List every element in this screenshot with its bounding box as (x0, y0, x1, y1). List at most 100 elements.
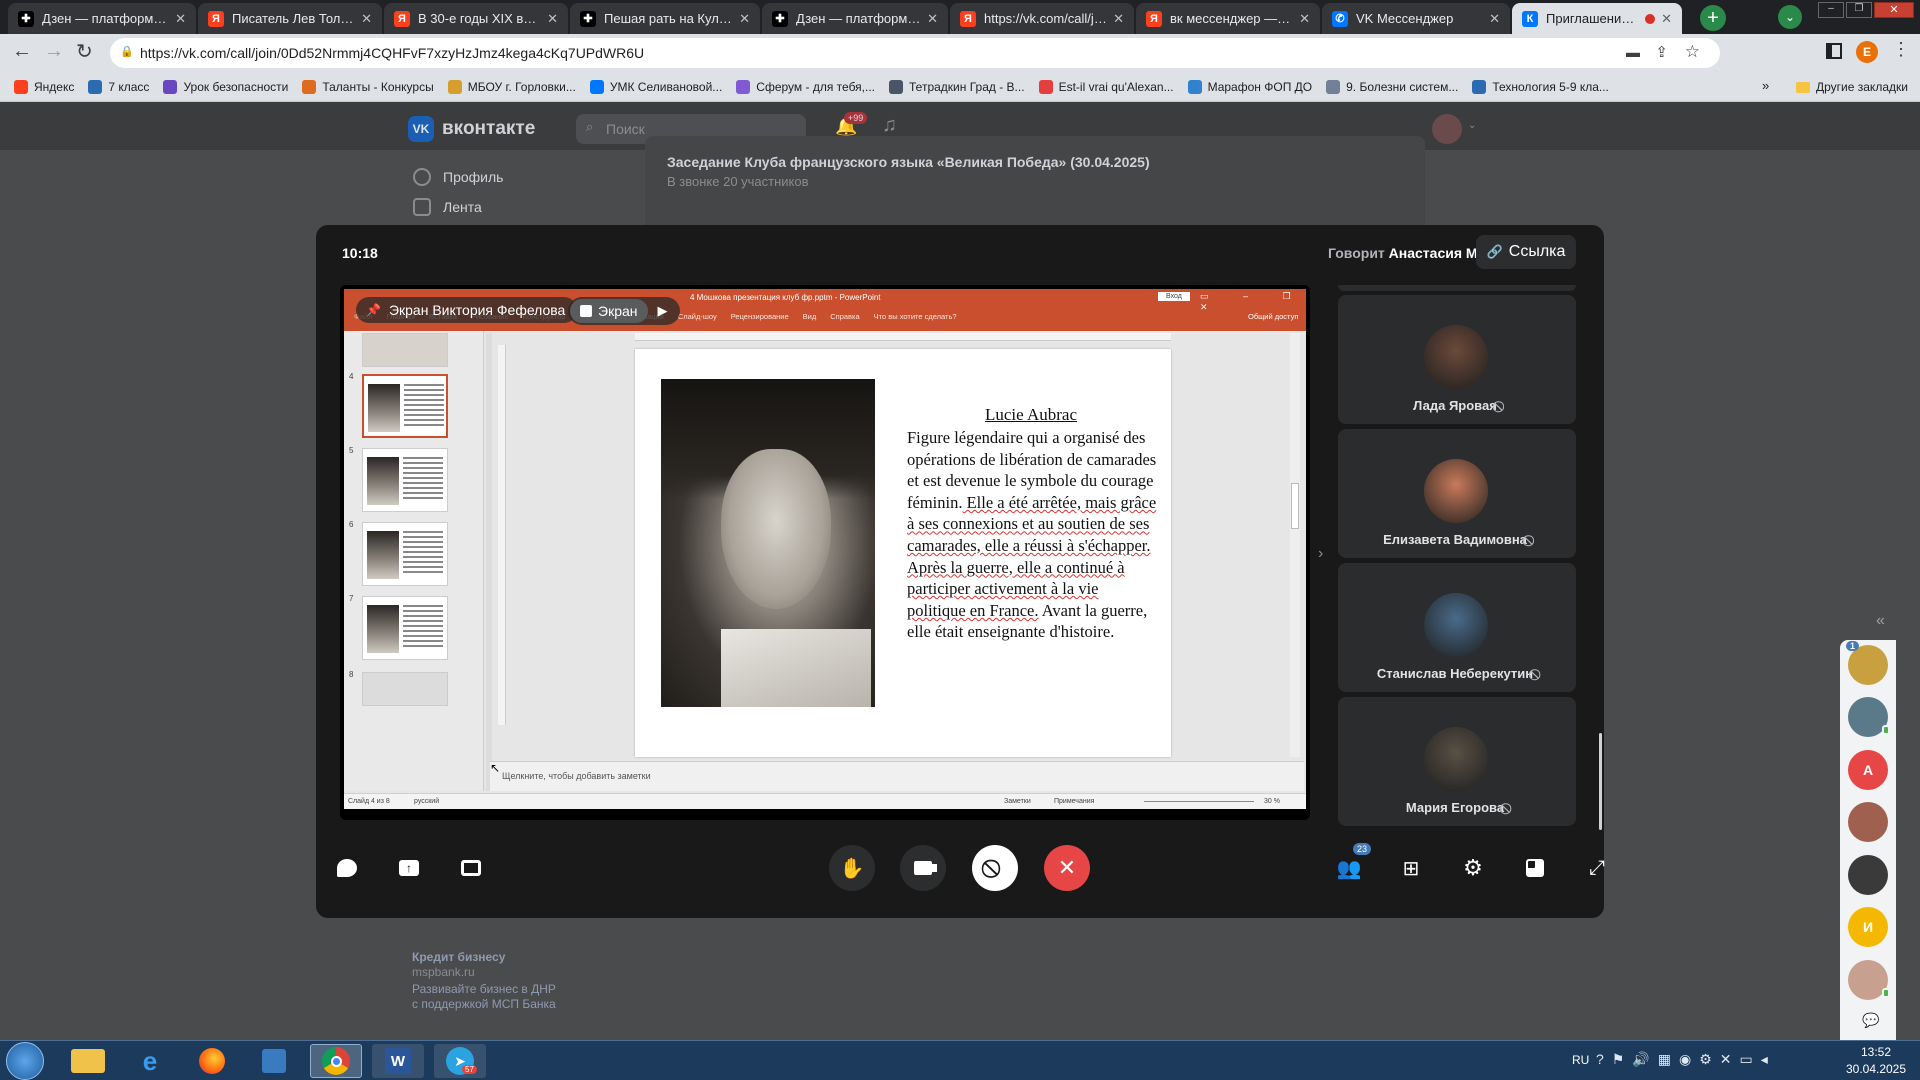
chat-avatar[interactable]: 1 (1846, 641, 1888, 685)
slides-pane-scrollbar[interactable] (486, 333, 492, 791)
slide-photo[interactable] (661, 379, 875, 707)
broadcast-button[interactable] (448, 845, 494, 891)
browser-tab[interactable]: Я Писатель Лев Толстой ✕ (198, 3, 382, 34)
tab-close-icon[interactable]: ✕ (1113, 11, 1124, 27)
tray-icons[interactable]: ?⚑🔊▦◉⚙✕▭◂ (1596, 1051, 1776, 1068)
ie-taskbar-icon[interactable]: e (124, 1044, 176, 1078)
tab-close-icon[interactable]: ✕ (1661, 11, 1672, 27)
camera-tab-icon[interactable]: ▶ (648, 303, 678, 319)
slide-thumbnail[interactable] (362, 522, 448, 586)
maximize-button[interactable]: ❐ (1846, 2, 1872, 18)
fullscreen-button[interactable]: ⤢ (1574, 845, 1620, 891)
firefox-taskbar-icon[interactable] (186, 1044, 238, 1078)
share-screen-button[interactable]: ↑ (386, 845, 432, 891)
chrome-taskbar-icon[interactable] (310, 1044, 362, 1078)
ppt-signin-button[interactable]: Вход (1158, 292, 1190, 301)
notes-pane[interactable]: Щелкните, чтобы добавить заметки (490, 761, 1304, 791)
participants-scrollbar[interactable] (1599, 733, 1602, 830)
slide-thumbnail[interactable] (362, 596, 448, 660)
tab-search-icon[interactable]: ⌄ (1778, 5, 1802, 29)
music-icon[interactable]: ♫ (882, 114, 897, 137)
telegram-taskbar-icon[interactable]: ➤ (434, 1044, 486, 1078)
bookmark-item[interactable]: Урок безопасности (163, 79, 288, 94)
slide-thumbnail[interactable] (362, 672, 448, 706)
ppt-ribbon-tab[interactable]: Справка (830, 312, 859, 321)
tab-close-icon[interactable]: ✕ (1489, 11, 1500, 27)
vk-menu-profile[interactable]: Профиль (413, 168, 503, 186)
slide-thumbnail-partial[interactable] (362, 333, 448, 367)
raise-hand-button[interactable]: ✋ (829, 845, 875, 891)
chevron-down-icon[interactable]: ⌄ (1468, 120, 1476, 131)
slide-thumbnail[interactable] (362, 374, 448, 438)
side-panel-icon[interactable] (1826, 43, 1842, 59)
dock-chat-icon[interactable]: 💬 (1862, 1012, 1879, 1029)
browser-tab[interactable]: Я В 30-е годы XIX века ✕ (384, 3, 568, 34)
participant-tile[interactable]: Станислав Неберекутин⃠ (1338, 563, 1576, 692)
vk-logo[interactable]: VK вконтакте (408, 116, 535, 142)
new-tab-button[interactable]: + (1700, 5, 1726, 31)
chat-avatar[interactable]: А (1848, 750, 1888, 790)
other-bookmarks[interactable]: Другие закладки (1796, 80, 1908, 94)
tab-close-icon[interactable]: ✕ (739, 11, 750, 27)
grid-view-button[interactable]: ⊞ (1388, 845, 1434, 891)
close-window-button[interactable]: ✕ (1874, 2, 1914, 18)
minimize-button[interactable]: ‒ (1818, 2, 1844, 18)
slide-canvas[interactable]: Lucie Aubrac Figure légendaire qui a org… (635, 349, 1171, 757)
ppt-ribbon-tab[interactable]: Вид (803, 312, 817, 321)
tab-close-icon[interactable]: ✕ (547, 11, 558, 27)
end-call-button[interactable]: ✕ (1044, 845, 1090, 891)
ppt-window-controls[interactable]: ▭ ‒ ❐ ✕ (1200, 291, 1310, 313)
participant-tile[interactable]: Мария Егорова⃠ (1338, 697, 1576, 826)
browser-tab[interactable]: ✚ Дзен — платформа для ✕ (762, 3, 948, 34)
share-icon[interactable]: ⇪ (1655, 43, 1668, 61)
start-button[interactable] (6, 1042, 44, 1080)
browser-tab[interactable]: К Приглашение в зв ✕ (1512, 3, 1682, 34)
browser-tab[interactable]: Явк мессенджер — Янд ✕ (1136, 3, 1320, 34)
ad-block[interactable]: Кредит бизнесу mspbank.ru Развивайте биз… (412, 950, 562, 1012)
profile-avatar[interactable]: E (1856, 41, 1878, 63)
browser-tab[interactable]: ✚ Пешая рать на Кулико ✕ (570, 3, 760, 34)
link-button[interactable]: 🔗 Ссылка (1476, 235, 1576, 269)
tab-close-icon[interactable]: ✕ (1299, 11, 1310, 27)
reload-icon[interactable]: ↻ (76, 39, 93, 64)
microphone-muted-button[interactable]: ⃠ (972, 845, 1018, 891)
back-icon[interactable]: ← (12, 40, 32, 63)
chevron-right-icon[interactable]: › (1318, 545, 1323, 563)
slide-thumbnail[interactable] (362, 448, 448, 512)
menu-kebab-icon[interactable]: ⋮ (1892, 39, 1910, 60)
browser-tab[interactable]: ✚ Дзен — платформа для ✕ (8, 3, 196, 34)
camera-button[interactable] (900, 845, 946, 891)
slide-scrollbar[interactable] (1290, 333, 1300, 757)
vk-menu-feed[interactable]: Лента (413, 198, 482, 216)
media-player-taskbar-icon[interactable] (248, 1044, 300, 1078)
bookmark-item[interactable]: Сферум - для тебя,... (736, 79, 875, 94)
ppt-ribbon-tab[interactable]: Что вы хотите сделать? (874, 312, 957, 321)
camera-blocked-icon[interactable]: ▬ (1626, 44, 1640, 60)
word-taskbar-icon[interactable]: W (372, 1044, 424, 1078)
chat-avatar[interactable] (1848, 802, 1888, 842)
bookmark-item[interactable]: Тетрадкин Град - В... (889, 79, 1025, 94)
bookmark-item[interactable]: Технология 5-9 кла... (1472, 79, 1609, 94)
layout-button[interactable] (1512, 845, 1558, 891)
clock-time[interactable]: 13:52 (1846, 1045, 1906, 1059)
forward-icon[interactable]: → (44, 40, 64, 63)
tab-close-icon[interactable]: ✕ (361, 11, 372, 27)
bookmark-item[interactable]: Таланты - Конкурсы (302, 79, 434, 94)
vk-user-avatar[interactable] (1432, 114, 1462, 144)
browser-tab[interactable]: Яhttps://vk.com/call/join ✕ (950, 3, 1134, 34)
chat-avatar[interactable]: И (1848, 907, 1888, 947)
settings-button[interactable]: ⚙ (1450, 845, 1496, 891)
participant-tile[interactable]: Елизавета Вадимовна⃠ (1338, 429, 1576, 558)
bookmarks-overflow-icon[interactable]: » (1762, 78, 1769, 93)
tab-close-icon[interactable]: ✕ (175, 11, 186, 27)
status-comments-button[interactable]: Примечания (1054, 798, 1094, 805)
language-indicator[interactable]: RU (1572, 1053, 1589, 1067)
tab-close-icon[interactable]: ✕ (927, 11, 938, 27)
zoom-slider[interactable] (1144, 801, 1254, 802)
bookmark-item[interactable]: 7 класс (88, 79, 149, 94)
ppt-ribbon-tab[interactable]: Рецензирование (731, 312, 789, 321)
status-notes-button[interactable]: Заметки (1004, 798, 1031, 805)
participant-tile[interactable]: Лада Яровая⃠ (1338, 295, 1576, 424)
chat-avatar[interactable] (1848, 855, 1888, 895)
clock-date[interactable]: 30.04.2025 (1840, 1062, 1912, 1076)
